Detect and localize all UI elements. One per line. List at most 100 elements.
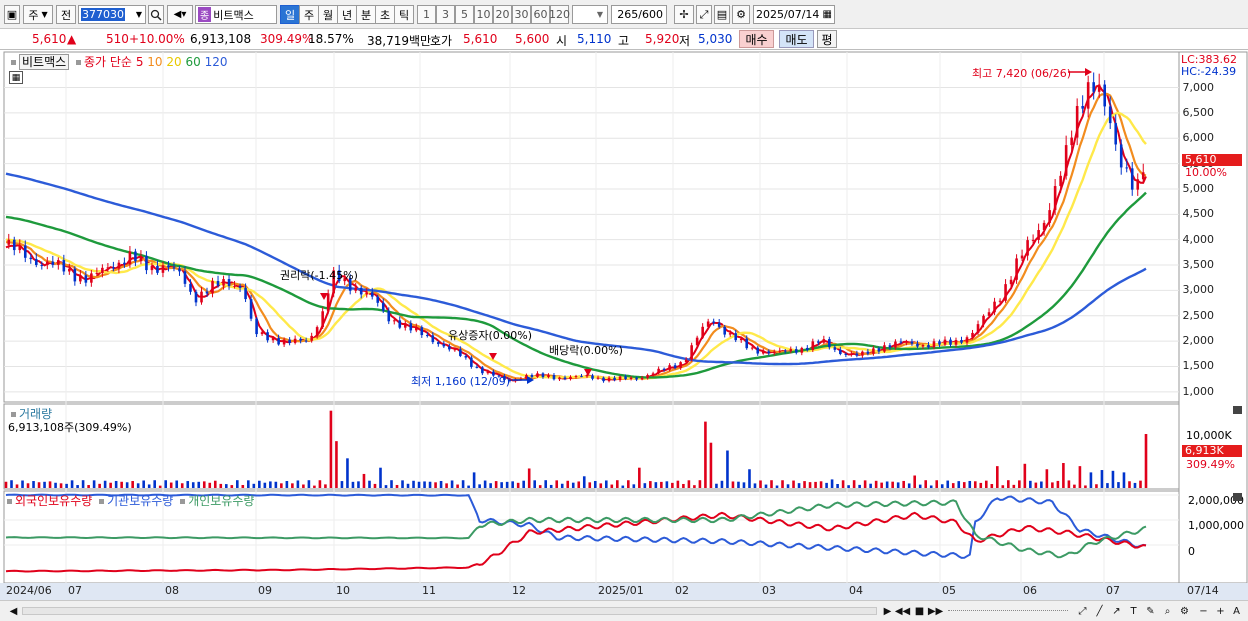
interval-tab-10[interactable]: 10: [474, 5, 493, 24]
period-tab-5[interactable]: 초: [375, 5, 395, 24]
legend-foreign[interactable]: 외국인보유수량: [15, 494, 92, 508]
period-tab-1[interactable]: 주: [299, 5, 319, 24]
candle-body: [761, 351, 765, 354]
legend-institution[interactable]: 기관보유수량: [107, 494, 173, 508]
candle-body: [971, 332, 974, 338]
candle-body: [101, 267, 104, 274]
volume-bar: [660, 481, 663, 488]
volume-panel-close-icon[interactable]: [1233, 406, 1242, 414]
date-input[interactable]: 2025/07/14 ▦: [753, 5, 835, 24]
horizontal-scrollbar[interactable]: [22, 607, 877, 615]
period-tab-2[interactable]: 월: [318, 5, 338, 24]
stock-name-field[interactable]: 종 비트맥스: [195, 5, 277, 24]
stop-icon[interactable]: ■: [912, 604, 927, 619]
gear-icon[interactable]: ⚙: [732, 5, 750, 24]
x-tick-label: 10: [336, 584, 350, 597]
legend-individual[interactable]: 개인보유수량: [188, 494, 254, 508]
window-menu-icon[interactable]: ▣: [4, 5, 20, 24]
market-select[interactable]: 주 ▼: [23, 5, 53, 24]
y-tick-label: 2,000: [1182, 334, 1215, 348]
legend-price-series[interactable]: 종가 단순: [84, 55, 132, 69]
text-tool-icon[interactable]: T: [1126, 604, 1141, 619]
rewind-icon[interactable]: ◀◀: [895, 604, 910, 619]
high-price: 5,920: [645, 32, 680, 46]
buy-button[interactable]: 매수: [739, 30, 774, 48]
candle-body: [205, 291, 209, 294]
candle-body: [695, 337, 699, 346]
x-tick-label: 2025/01: [598, 584, 644, 597]
interval-tab-30[interactable]: 30: [512, 5, 531, 24]
candle-body: [916, 343, 919, 347]
crosshair-icon[interactable]: ✢: [674, 5, 694, 24]
candle-body: [899, 341, 903, 343]
prev-button[interactable]: 전: [56, 5, 76, 24]
capital-annotation: 유상증자(0.00%): [448, 329, 533, 342]
legend-ma10[interactable]: 10: [147, 55, 162, 69]
volume-bar: [280, 483, 283, 488]
period-tab-4[interactable]: 분: [356, 5, 376, 24]
pencil-icon[interactable]: ✎: [1143, 604, 1158, 619]
speaker-icon[interactable]: ◀▾: [167, 5, 193, 24]
legend-ma5[interactable]: 5: [136, 55, 144, 69]
candle-body: [806, 347, 809, 350]
p-button[interactable]: 평: [817, 30, 837, 48]
volume-bar: [560, 483, 564, 488]
candle-body: [255, 318, 258, 335]
candle-body: [993, 301, 996, 313]
interval-select[interactable]: ▼: [572, 5, 608, 24]
zoom-slider[interactable]: [948, 610, 1068, 611]
volume-bar: [511, 481, 514, 488]
settings-icon[interactable]: ⚙: [1177, 604, 1192, 619]
fast-forward-icon[interactable]: ▶▶: [928, 604, 943, 619]
period-tab-0[interactable]: 일: [280, 5, 300, 24]
price-chart[interactable]: [0, 50, 1248, 600]
candle-body: [354, 287, 358, 291]
scroll-left-icon[interactable]: ◀: [6, 604, 21, 619]
volume-bar: [819, 481, 823, 488]
interval-tab-120[interactable]: 120: [549, 5, 570, 24]
volume-bar: [125, 482, 129, 488]
candle-body: [1103, 84, 1106, 107]
period-tab-6[interactable]: 틱: [394, 5, 414, 24]
save-icon[interactable]: ▤: [714, 5, 730, 24]
candle-body: [591, 375, 594, 379]
candle-body: [596, 377, 600, 379]
interval-tab-60[interactable]: 60: [531, 5, 550, 24]
scroll-right-icon[interactable]: ▶: [880, 604, 895, 619]
legend-ma60[interactable]: 60: [186, 55, 201, 69]
x-tick-label: 03: [762, 584, 776, 597]
cursor-tool-icon[interactable]: ⤢: [1075, 604, 1090, 619]
auto-scale-icon[interactable]: A: [1229, 604, 1244, 619]
volume-bar: [142, 480, 145, 488]
volume: 6,913,108: [190, 32, 252, 46]
holdings-panel-close-icon[interactable]: [1233, 493, 1242, 501]
interval-tab-5[interactable]: 5: [455, 5, 474, 24]
interval-tab-3[interactable]: 3: [436, 5, 455, 24]
candle-body: [271, 338, 275, 341]
grid-toggle-icon[interactable]: ▦: [9, 71, 23, 84]
zoom-in-icon[interactable]: +: [1213, 604, 1228, 619]
legend-ma120[interactable]: 120: [205, 55, 228, 69]
volume-bar: [836, 483, 839, 488]
candle-body: [167, 265, 170, 268]
candle-body: [844, 353, 848, 355]
volume-bar: [445, 483, 448, 488]
interval-tab-1[interactable]: 1: [417, 5, 436, 24]
volume-bar: [351, 481, 355, 488]
volume-bar: [1040, 481, 1043, 488]
period-tab-3[interactable]: 년: [337, 5, 357, 24]
line-tool-icon[interactable]: ╱: [1092, 604, 1107, 619]
code-dropdown-icon[interactable]: ▼: [132, 5, 146, 24]
candle-body: [998, 300, 1002, 302]
count-input[interactable]: 265/600: [611, 5, 667, 24]
draw-tool-icon[interactable]: ⤢: [696, 5, 712, 24]
sell-button[interactable]: 매도: [779, 30, 814, 48]
y-tick-label: 3,500: [1182, 258, 1215, 272]
zoom-out-icon[interactable]: −: [1196, 604, 1211, 619]
legend-ma20[interactable]: 20: [166, 55, 181, 69]
magnify-icon[interactable]: ⌕: [1160, 604, 1175, 619]
legend-stock[interactable]: 비트맥스: [19, 54, 70, 70]
trend-tool-icon[interactable]: ↗: [1109, 604, 1124, 619]
search-icon[interactable]: [148, 5, 164, 24]
interval-tab-20[interactable]: 20: [493, 5, 512, 24]
